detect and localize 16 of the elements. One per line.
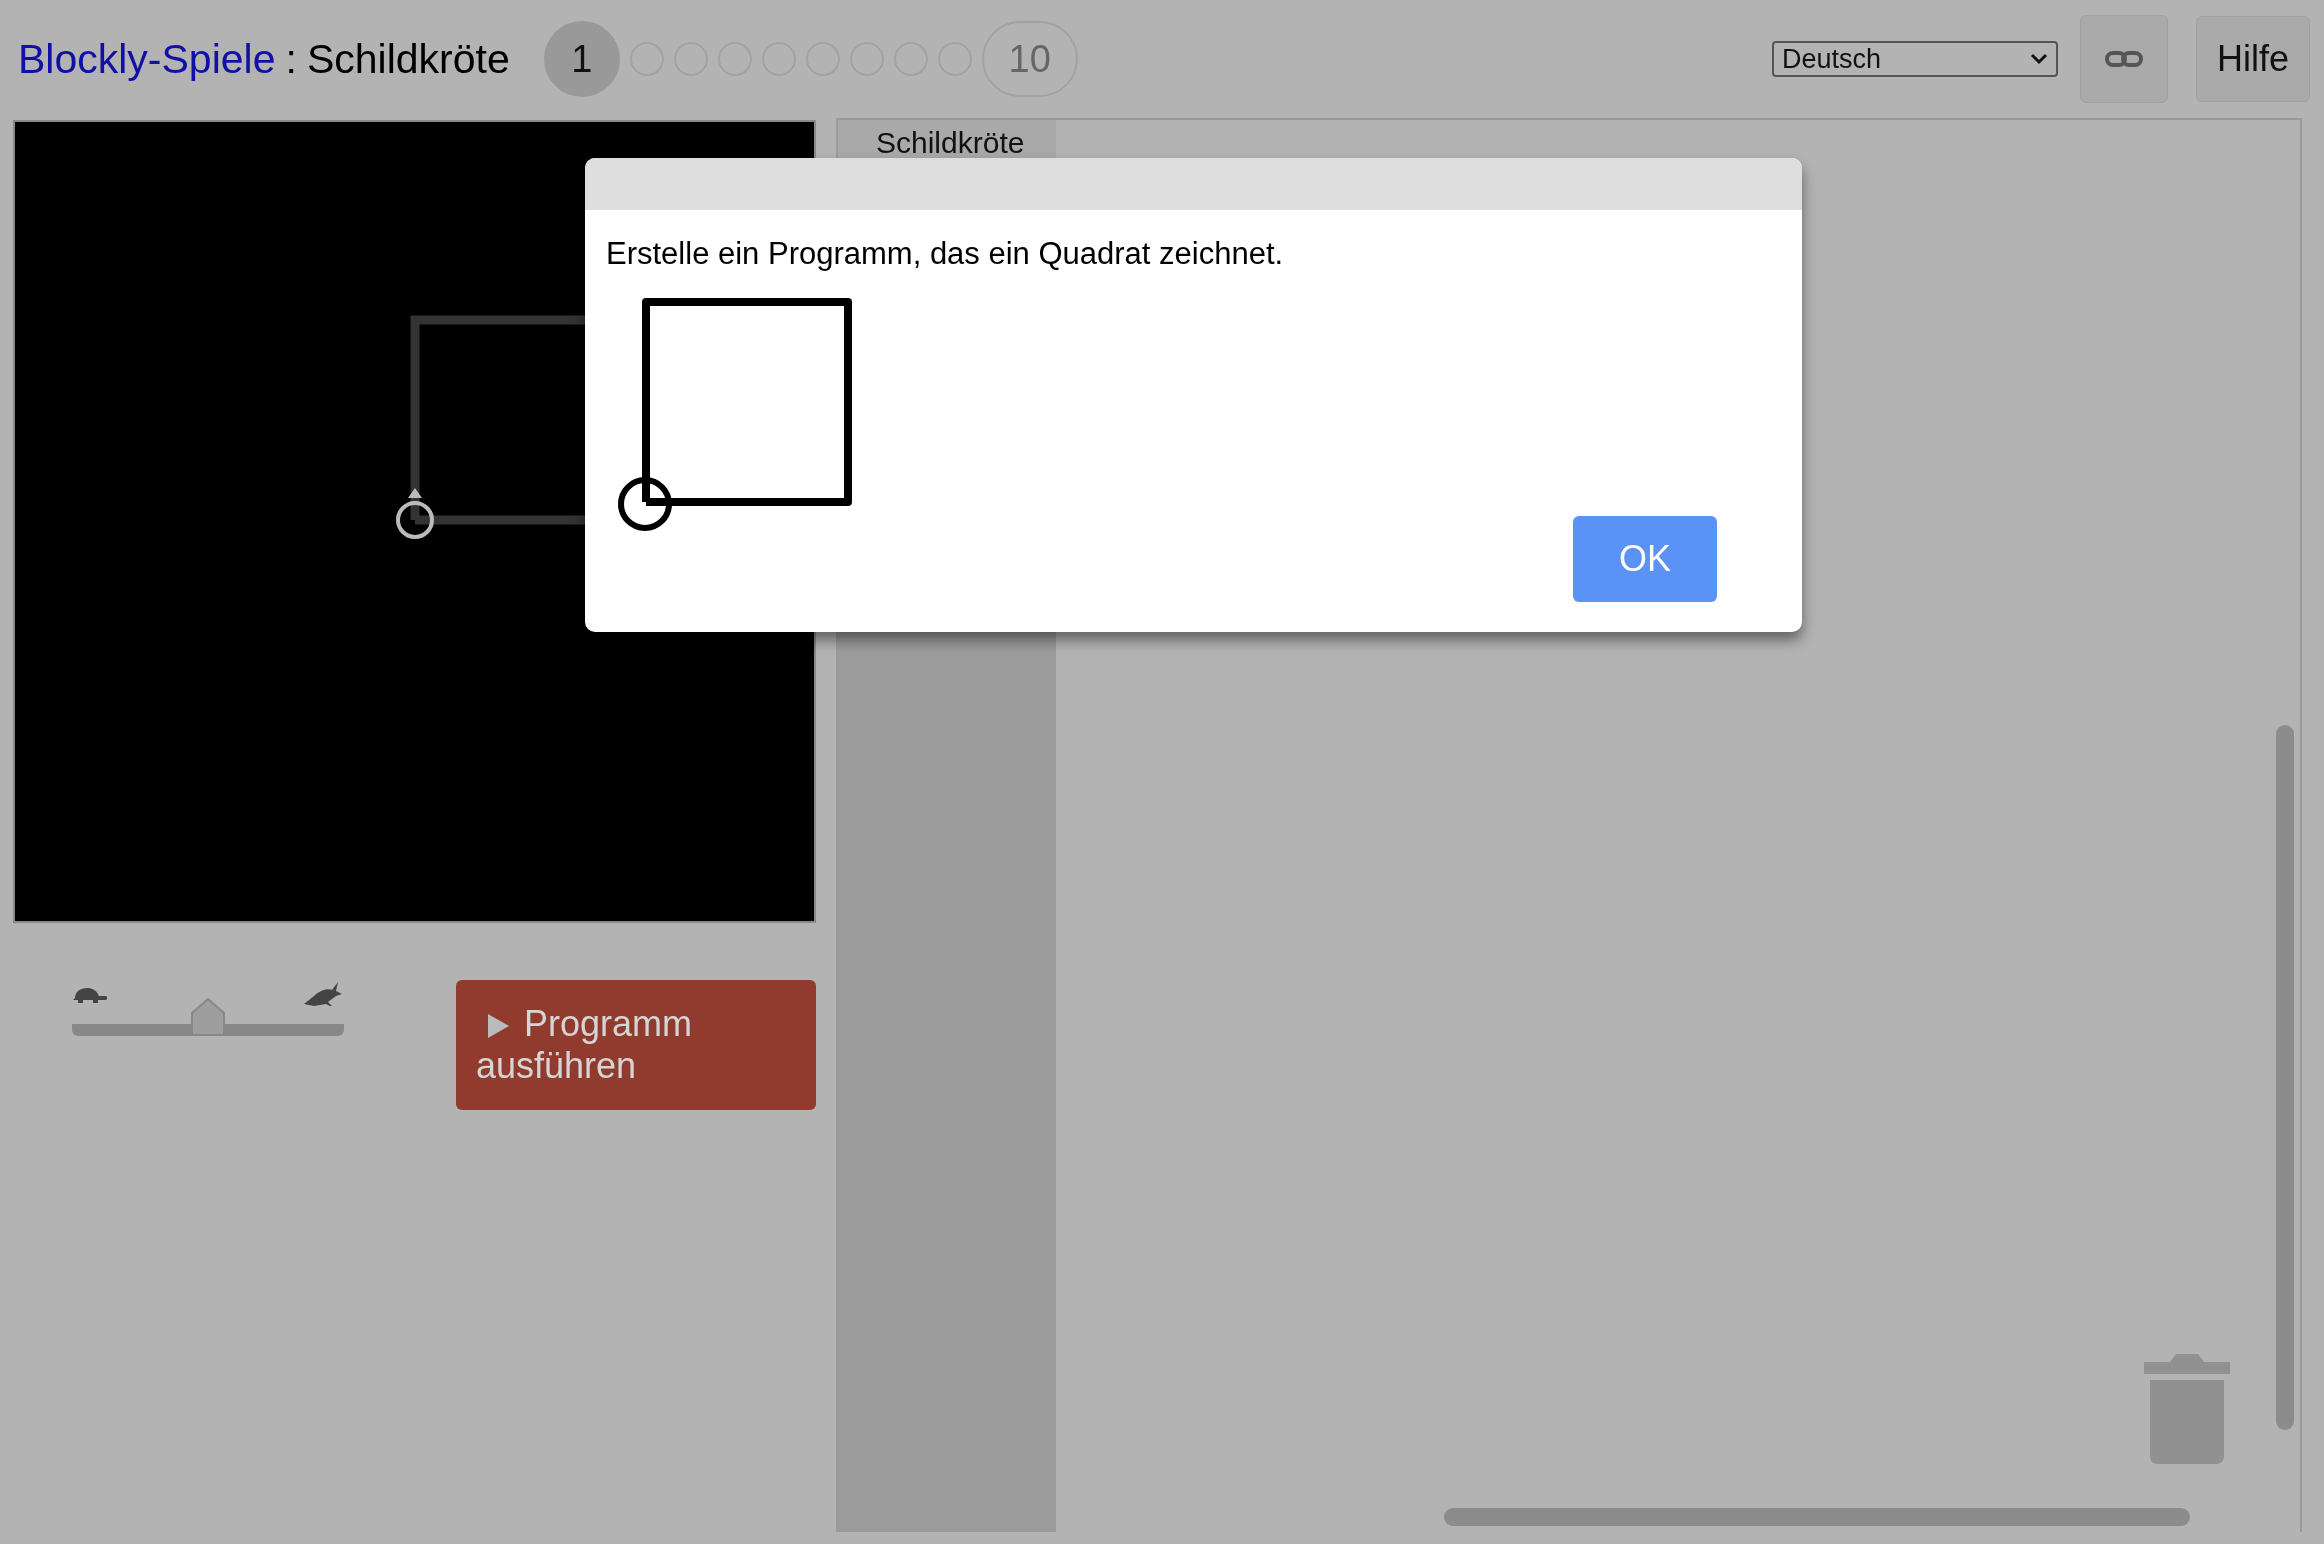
horizontal-scrollbar[interactable] — [1444, 1508, 2190, 1526]
level-button[interactable]: 1 — [543, 21, 620, 97]
help-button[interactable]: Hilfe — [2195, 16, 2310, 102]
caret-icon — [2029, 53, 2048, 65]
link-icon — [2104, 50, 2143, 68]
slider-thumb[interactable] — [191, 998, 225, 1036]
page-title: Schildkröte — [306, 35, 510, 83]
play-icon — [486, 1013, 510, 1039]
title-separator: : — [285, 35, 297, 83]
app-link[interactable]: Blockly-Spiele — [18, 35, 276, 83]
run-program-button[interactable]: Programm ausführen — [456, 980, 816, 1110]
link-button[interactable] — [2079, 15, 2168, 103]
turtle-marker-icon — [396, 488, 434, 539]
vertical-scrollbar[interactable] — [2276, 725, 2294, 1430]
trash-icon[interactable] — [2144, 1354, 2230, 1464]
language-select[interactable]: Deutsch — [1771, 41, 2058, 77]
